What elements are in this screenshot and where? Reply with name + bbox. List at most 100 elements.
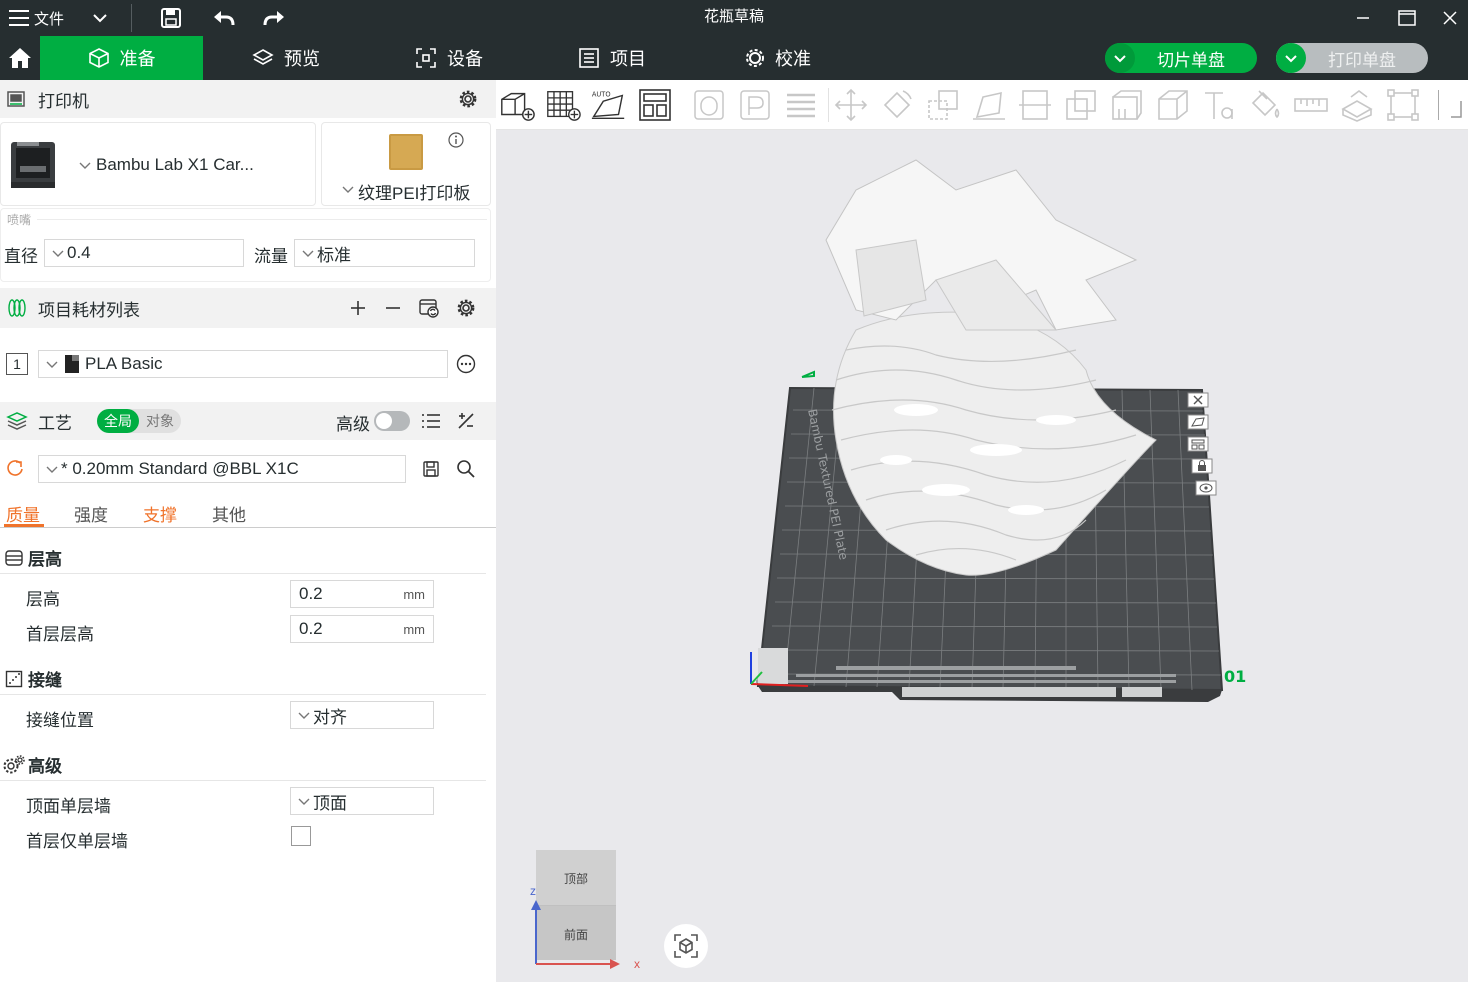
lock-icon <box>1191 458 1213 474</box>
plate-edit-icon <box>801 370 815 378</box>
advanced-toggle[interactable] <box>374 411 410 431</box>
compare-icon <box>458 413 474 429</box>
orient-icon <box>1187 414 1209 430</box>
chevron-down-icon <box>77 159 93 171</box>
seam-position-label: 接缝位置 <box>26 711 94 730</box>
file-menu[interactable]: 文件 <box>8 0 64 36</box>
process-preset-select[interactable]: * 0.20mm Standard @BBL X1C <box>38 455 406 483</box>
calibrate-icon <box>745 48 765 68</box>
top-single-wall-select[interactable]: 顶面 <box>290 787 434 815</box>
redo-button[interactable] <box>262 0 286 36</box>
chevron-down-icon <box>340 183 356 195</box>
reset-icon[interactable] <box>5 458 25 478</box>
process-section-title: 工艺 <box>38 413 72 433</box>
save-preset-button[interactable] <box>420 458 442 480</box>
undo-button[interactable] <box>212 0 236 36</box>
close-window-button[interactable] <box>1443 0 1457 36</box>
sync-filament-button[interactable] <box>417 296 441 320</box>
eye-icon <box>1195 480 1217 496</box>
chevron-down-icon <box>299 249 317 258</box>
info-icon[interactable] <box>447 131 465 149</box>
tab-project[interactable]: 项目 <box>529 36 695 80</box>
seam-group-title: 接缝 <box>28 671 62 690</box>
compare-button[interactable] <box>455 410 477 432</box>
plate-name: 纹理PEI打印板 <box>358 184 471 203</box>
remove-filament-button[interactable] <box>382 297 404 319</box>
filament-color-swatch <box>65 355 79 373</box>
printer-name: Bambu Lab X1 Car... <box>96 155 254 174</box>
seam-position-select[interactable]: 对齐 <box>290 701 434 729</box>
gears-icon <box>2 754 26 776</box>
flow-value: 标准 <box>317 245 351 265</box>
plate-lock-button[interactable] <box>1190 456 1214 476</box>
chevron-down-icon[interactable] <box>1105 43 1135 73</box>
flow-label: 流量 <box>254 247 288 266</box>
printer-card[interactable]: Bambu Lab X1 Car... <box>0 122 316 206</box>
plate-thumbnail <box>388 133 424 171</box>
plus-icon <box>351 301 365 315</box>
view-reset-icon <box>674 934 698 958</box>
subtab-support[interactable]: 支撑 <box>143 501 177 526</box>
chevron-down-icon[interactable] <box>1276 43 1306 73</box>
minus-icon <box>386 307 400 309</box>
add-filament-button[interactable] <box>347 297 369 319</box>
layer-height-input[interactable]: 0.2 mm <box>290 580 434 608</box>
gear-icon <box>459 90 477 108</box>
filament-icon <box>6 298 28 318</box>
reset-view-button[interactable] <box>664 924 708 968</box>
plate-orient-button[interactable] <box>1186 412 1210 432</box>
slice-plate-button[interactable]: 切片单盘 <box>1105 43 1257 73</box>
filament-settings-button[interactable] <box>455 297 477 319</box>
filament-more-button[interactable] <box>455 353 477 375</box>
plate-card[interactable]: 纹理PEI打印板 <box>321 122 491 206</box>
printer-settings-button[interactable] <box>457 88 479 110</box>
chevron-down-icon <box>295 797 313 806</box>
printer-icon <box>6 89 26 109</box>
flow-select[interactable]: 标准 <box>294 239 475 267</box>
search-settings-button[interactable] <box>455 458 477 480</box>
slice-plate-label: 切片单盘 <box>1157 50 1225 70</box>
divider <box>131 4 132 32</box>
tab-prepare[interactable]: 准备 <box>40 36 203 80</box>
plate-arrange-button[interactable] <box>1186 434 1210 454</box>
first-layer-height-unit: mm <box>403 621 425 637</box>
diameter-label: 直径 <box>4 247 38 266</box>
save-button[interactable] <box>160 0 182 36</box>
tab-preview[interactable]: 预览 <box>203 36 369 80</box>
redo-icon <box>262 9 286 27</box>
home-button[interactable] <box>0 36 40 80</box>
process-list-button[interactable] <box>420 410 442 432</box>
plate-view-button[interactable] <box>1194 478 1218 498</box>
printer-section-header: 打印机 <box>0 80 496 118</box>
tab-device[interactable]: 设备 <box>369 36 529 80</box>
scope-object[interactable]: 对象 <box>139 409 181 433</box>
scope-toggle[interactable]: 全局 对象 <box>97 409 181 433</box>
close-icon <box>1187 392 1209 408</box>
menu-dropdown-button[interactable] <box>92 0 108 36</box>
plate-delete-button[interactable] <box>1186 390 1210 410</box>
maximize-button[interactable] <box>1398 0 1416 36</box>
sync-icon <box>419 299 439 318</box>
plate-number: 01 <box>1224 667 1246 686</box>
subtab-strength[interactable]: 强度 <box>74 501 108 526</box>
subtab-others[interactable]: 其他 <box>212 501 246 526</box>
tab-calibrate[interactable]: 校准 <box>695 36 861 80</box>
scope-global[interactable]: 全局 <box>97 409 139 433</box>
diameter-select[interactable]: 0.4 <box>44 239 244 267</box>
chevron-down-icon <box>92 13 108 23</box>
filament-select[interactable]: PLA Basic <box>38 350 448 378</box>
tab-label: 项目 <box>610 49 646 69</box>
maximize-icon <box>1398 10 1416 26</box>
more-icon <box>456 354 476 374</box>
3d-viewport[interactable]: AUTO Bambu Textured PEI Plate 01 顶部 前面 z… <box>496 80 1468 982</box>
seam-group-header: 接缝 <box>0 663 486 695</box>
first-layer-single-wall-checkbox[interactable] <box>291 826 311 846</box>
minimize-button[interactable] <box>1356 0 1370 36</box>
first-layer-height-input[interactable]: 0.2 mm <box>290 615 434 643</box>
seam-position-value: 对齐 <box>313 707 347 727</box>
subtab-quality[interactable]: 质量 <box>6 501 40 526</box>
process-section-header: 工艺 全局 对象 高级 <box>0 402 496 440</box>
print-plate-button[interactable]: 打印单盘 <box>1276 43 1428 73</box>
device-icon <box>415 47 437 69</box>
undo-icon <box>212 9 236 27</box>
